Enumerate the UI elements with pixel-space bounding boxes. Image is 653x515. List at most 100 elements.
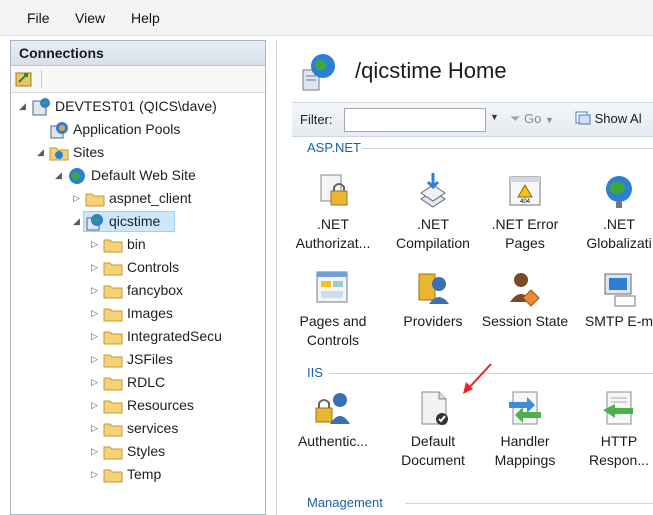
authentication-icon (315, 393, 350, 424)
folder-icon (103, 354, 123, 368)
tree-aspnet-client-node[interactable]: ▷ aspnet_client (11, 188, 265, 210)
feature-tile-http-response[interactable]: HTTP Respon... (573, 388, 653, 470)
filter-dropdown-icon[interactable]: ▼ (490, 112, 499, 122)
collapse-arrow-icon[interactable]: ◢ (55, 170, 62, 181)
tree-styles-node[interactable]: ▷ Styles (11, 441, 265, 463)
menu-file[interactable]: File (27, 10, 50, 26)
feature-tile-label: Globalizati (586, 235, 652, 251)
providers-icon (418, 273, 449, 304)
tree-sites-node[interactable]: ◢ Sites (11, 142, 265, 164)
toolbar-separator (41, 70, 42, 88)
web-app-icon (86, 214, 103, 231)
tree-node-label: IntegratedSecu (127, 328, 222, 344)
collapse-arrow-icon[interactable]: ◢ (73, 216, 80, 227)
tree-bin-node[interactable]: ▷ bin (11, 234, 265, 256)
tree-controls-node[interactable]: ▷ Controls (11, 257, 265, 279)
tree-node-label: Resources (127, 397, 194, 413)
default-document-icon (421, 391, 448, 425)
folder-icon (103, 331, 123, 345)
feature-tile-label: Controls (306, 332, 360, 348)
menu-help[interactable]: Help (131, 10, 160, 26)
go-button[interactable]: ⏷ Go ▼ (510, 111, 554, 127)
feature-tile-smtp-email[interactable]: SMTP E-m (573, 268, 653, 331)
filter-bar: Filter: ▼ ⏷ Go ▼ Show Al (292, 102, 653, 137)
expand-arrow-icon[interactable]: ▷ (91, 308, 98, 319)
feature-tile-label: .NET (603, 216, 635, 232)
feature-tile-label: Handler (500, 433, 550, 449)
menu-view[interactable]: View (75, 10, 105, 26)
feature-tile-label: Respon... (589, 452, 649, 468)
connections-header: Connections (11, 41, 265, 66)
feature-tile-providers[interactable]: Providers (387, 268, 479, 331)
go-dropdown-icon: ▼ (545, 115, 554, 125)
feature-tile-net-globalization[interactable]: .NET Globalizati (573, 171, 653, 253)
tree-images-node[interactable]: ▷ Images (11, 303, 265, 325)
feature-tile-authentication[interactable]: Authentic... (287, 388, 379, 451)
expand-arrow-icon[interactable]: ▷ (91, 377, 98, 388)
expand-arrow-icon[interactable]: ▷ (91, 331, 98, 342)
tree-node-label: Images (127, 305, 173, 321)
page-title: /qicstime Home (355, 58, 507, 83)
home-globe-icon (302, 54, 335, 91)
feature-tile-handler-mappings[interactable]: Handler Mappings (479, 388, 571, 470)
feature-tile-label: HTTP (600, 433, 638, 449)
tree-temp-node[interactable]: ▷ Temp (11, 464, 265, 486)
tree-resources-node[interactable]: ▷ Resources (11, 395, 265, 417)
net-authorization-icon (320, 174, 348, 206)
tree-node-label: JSFiles (127, 351, 173, 367)
feature-tile-label: Authentic... (297, 433, 369, 449)
feature-tile-net-error-pages[interactable]: 404 .NET Error Pages (479, 171, 571, 253)
feature-tile-session-state[interactable]: Session State (479, 268, 571, 331)
filter-input[interactable] (344, 108, 486, 132)
feature-tile-label: Mappings (494, 452, 556, 468)
expand-arrow-icon[interactable]: ▷ (91, 469, 98, 480)
expand-arrow-icon[interactable]: ▷ (91, 446, 98, 457)
expand-arrow-icon[interactable]: ▷ (73, 193, 80, 204)
tree-app-pools-node[interactable]: Application Pools (11, 119, 265, 141)
funnel-icon: ⏷ (510, 111, 521, 126)
tree-server-node[interactable]: ◢ DEVTEST01 (QICS\dave) (11, 96, 265, 118)
pages-controls-icon (316, 271, 348, 303)
smtp-email-icon (604, 273, 636, 307)
server-icon (32, 98, 50, 116)
tree-integrated-security-node[interactable]: ▷ IntegratedSecu (11, 326, 265, 348)
connections-toolbar (11, 66, 265, 93)
feature-tile-label: Default (410, 433, 456, 449)
feature-tile-label: .NET Error (491, 216, 559, 232)
main-panel: /qicstime Home Filter: ▼ ⏷ Go ▼ Show Al … (276, 40, 653, 515)
tree-default-web-site-node[interactable]: ◢ Default Web Site (11, 165, 265, 187)
expand-arrow-icon[interactable]: ▷ (91, 239, 98, 250)
expand-arrow-icon[interactable]: ▷ (91, 400, 98, 411)
show-all-button[interactable]: Show Al (575, 111, 642, 126)
tree-node-label: Default Web Site (91, 167, 196, 183)
tree-node-label: fancybox (127, 282, 184, 298)
section-label: Management (307, 495, 383, 510)
collapse-arrow-icon[interactable]: ◢ (19, 101, 26, 112)
new-connection-icon[interactable] (15, 70, 33, 88)
tree-fancybox-node[interactable]: ▷ fancybox (11, 280, 265, 302)
tree-qicstime-node[interactable]: ◢ qicstime (11, 211, 265, 233)
feature-tile-label: Providers (403, 313, 463, 329)
tree-node-label: aspnet_client (109, 190, 192, 206)
tree-services-node[interactable]: ▷ services (11, 418, 265, 440)
tree-rdlc-node[interactable]: ▷ RDLC (11, 372, 265, 394)
expand-arrow-icon[interactable]: ▷ (91, 285, 98, 296)
feature-tile-label: Document (401, 452, 465, 468)
handler-mappings-icon (509, 391, 541, 425)
expand-arrow-icon[interactable]: ▷ (91, 423, 98, 434)
expand-arrow-icon[interactable]: ▷ (91, 354, 98, 365)
folder-icon (103, 239, 123, 253)
expand-arrow-icon[interactable]: ▷ (91, 262, 98, 273)
folder-icon (103, 308, 123, 322)
tree-node-label: Styles (127, 443, 166, 459)
folder-icon (103, 262, 123, 276)
tree-jsfiles-node[interactable]: ▷ JSFiles (11, 349, 265, 371)
feature-tile-default-document[interactable]: Default Document (387, 388, 479, 470)
feature-tile-net-authorization[interactable]: .NET Authorizat... (287, 171, 379, 253)
feature-tile-pages-controls[interactable]: Pages and Controls (287, 268, 379, 350)
collapse-arrow-icon[interactable]: ◢ (37, 147, 44, 158)
feature-tile-net-compilation[interactable]: .NET Compilation (387, 171, 479, 253)
feature-tile-label: Pages and (299, 313, 367, 329)
folder-icon (103, 400, 123, 414)
feature-tile-label: .NET (317, 216, 349, 232)
